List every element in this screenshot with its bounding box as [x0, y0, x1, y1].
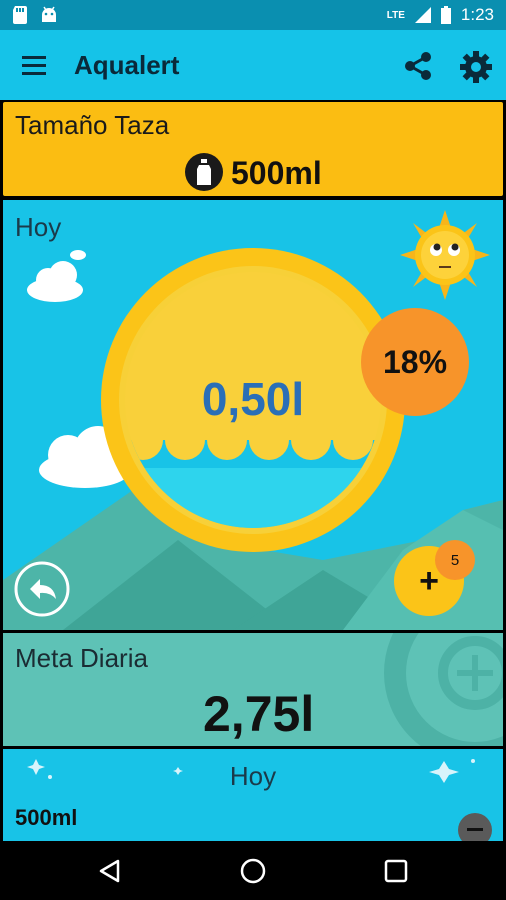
- clock: 1:23: [460, 5, 494, 24]
- history-entry-amount: 500ml: [15, 805, 78, 830]
- android-icon: [42, 6, 56, 22]
- cup-size-value: 500ml: [231, 155, 322, 191]
- sd-card-icon: [13, 6, 27, 24]
- remove-entry-button[interactable]: [458, 813, 492, 841]
- app-bar: Aqualert: [0, 30, 506, 100]
- bottle-icon: [185, 153, 223, 191]
- daily-goal-card[interactable]: Meta Diaria 2,75l: [3, 633, 503, 746]
- today-amount: 0,50l: [201, 373, 305, 425]
- battery-icon: [440, 6, 451, 24]
- minus-icon: [467, 828, 483, 831]
- progress-percent: 18%: [382, 343, 448, 380]
- history-card: Hoy 500ml: [3, 749, 503, 841]
- sun-mascot: [400, 210, 490, 300]
- add-count: 5: [450, 551, 460, 569]
- progress-percent-badge: 18%: [361, 308, 469, 416]
- settings-gear-icon[interactable]: [459, 50, 493, 84]
- daily-goal-label: Meta Diaria: [15, 643, 148, 673]
- status-bar: LTE 1:23: [0, 0, 506, 30]
- today-label: Hoy: [15, 212, 62, 242]
- cup-size-label: Tamaño Taza: [15, 110, 170, 140]
- back-nav-icon[interactable]: [97, 858, 123, 884]
- recents-nav-icon[interactable]: [384, 859, 408, 883]
- daily-goal-value: 2,75l: [203, 686, 315, 742]
- network-type: LTE: [386, 9, 405, 21]
- today-progress-panel: Hoy 0,50l 18% + 5: [3, 200, 503, 630]
- undo-icon[interactable]: [16, 563, 68, 615]
- cup-size-card[interactable]: Tamaño Taza 500ml: [3, 102, 503, 196]
- app-title: Aqualert: [74, 50, 180, 80]
- menu-icon[interactable]: [20, 52, 48, 78]
- signal-icon: [414, 7, 431, 23]
- add-count-badge: 5: [435, 540, 475, 580]
- history-title: Hoy: [229, 761, 277, 791]
- system-nav-bar: [0, 841, 506, 900]
- share-icon[interactable]: [402, 50, 434, 82]
- home-nav-icon[interactable]: [239, 857, 267, 885]
